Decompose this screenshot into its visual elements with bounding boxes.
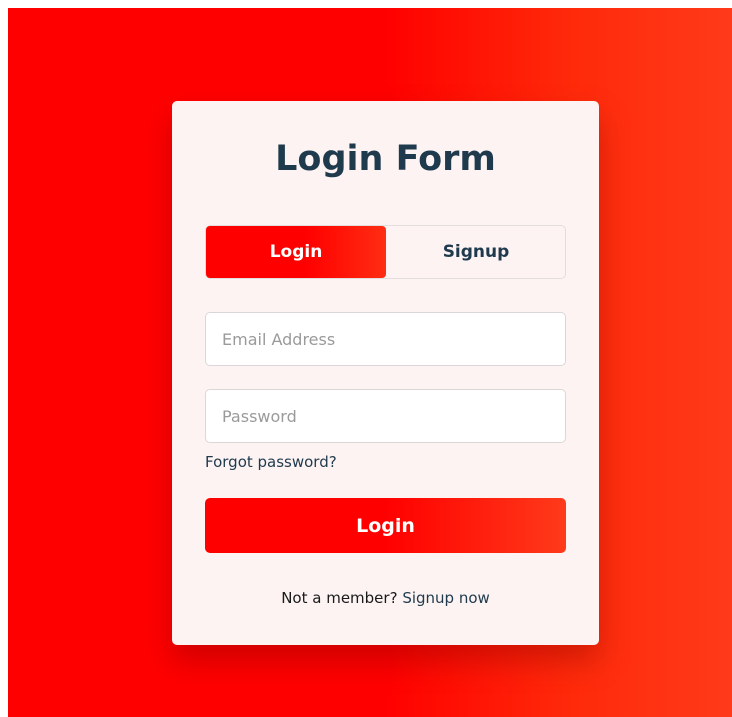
email-field[interactable] bbox=[205, 312, 566, 366]
login-card: Login Form Login Signup Forgot password?… bbox=[172, 101, 599, 645]
tab-signup[interactable]: Signup bbox=[386, 226, 566, 278]
password-field[interactable] bbox=[205, 389, 566, 443]
form-title: Login Form bbox=[275, 139, 496, 179]
page-background: Login Form Login Signup Forgot password?… bbox=[8, 8, 732, 717]
signup-prompt: Not a member? Signup now bbox=[172, 589, 599, 607]
login-button[interactable]: Login bbox=[205, 498, 566, 553]
forgot-password-link[interactable]: Forgot password? bbox=[205, 453, 337, 471]
tab-login[interactable]: Login bbox=[206, 226, 386, 278]
signup-now-link[interactable]: Signup now bbox=[402, 589, 489, 607]
auth-tab-switcher: Login Signup bbox=[205, 225, 566, 279]
signup-prompt-text: Not a member? bbox=[281, 589, 403, 607]
